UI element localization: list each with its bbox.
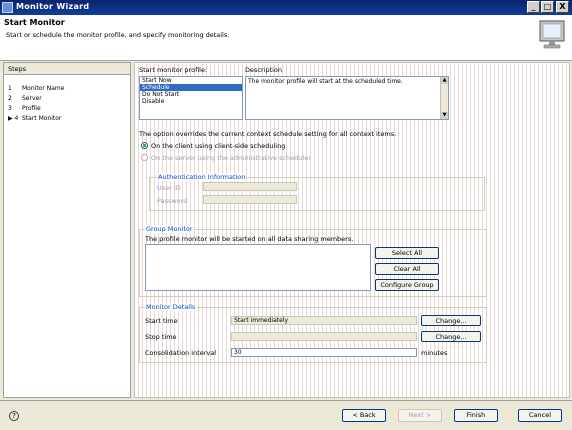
monitor-icon	[539, 20, 565, 49]
start-time-field[interactable]: Start immediately	[231, 316, 417, 325]
profile-option-selected[interactable]: Schedule	[140, 84, 242, 91]
auth-group	[149, 177, 485, 211]
steps-pane: Steps 1 Monitor Name 2 Server 3 Profile ▶ 4…	[3, 62, 131, 398]
select-all-button[interactable]: Select All	[375, 247, 439, 259]
scheduling-note: The option overrides the current context…	[139, 130, 397, 138]
user-id-field[interactable]	[203, 182, 297, 191]
step-start-monitor[interactable]: ▶ 4 Start Monitor	[8, 114, 61, 123]
help-icon[interactable]: ?	[9, 411, 19, 421]
steps-heading: Steps	[4, 63, 130, 75]
change-start-button[interactable]: Change...	[421, 315, 481, 326]
finish-button[interactable]: Finish	[454, 409, 498, 422]
server-scheduling-label: On the server using the administrative s…	[151, 154, 311, 162]
interval-field[interactable]: 30	[231, 348, 417, 357]
group-monitor-description: The profile monitor will be started on a…	[145, 235, 354, 243]
auth-group-title: Authentication Information	[157, 173, 247, 181]
start-time-label: Start time	[145, 317, 178, 325]
client-scheduling-radio[interactable]	[141, 142, 148, 149]
wizard-header: Start Monitor Start or schedule the moni…	[0, 15, 572, 61]
scroll-up-icon[interactable]: ▲	[441, 77, 448, 84]
back-button[interactable]: < Back	[342, 409, 386, 422]
server-scheduling-radio[interactable]	[141, 154, 148, 161]
monitor-wizard-window: Monitor Wizard _ □ X Start Monitor Start…	[0, 0, 572, 430]
configure-group-button[interactable]: Configure Group	[375, 279, 439, 291]
profile-label: Start monitor profile:	[139, 66, 208, 74]
window-title: Monitor Wizard	[16, 2, 90, 11]
content-pane: Start monitor profile: Start Now Schedul…	[134, 62, 570, 398]
page-title: Start Monitor	[4, 18, 65, 27]
wizard-footer: ? < Back Next > Finish Cancel	[0, 400, 572, 430]
page-description: Start or schedule the monitor profile, a…	[6, 31, 230, 39]
scroll-down-icon[interactable]: ▼	[441, 112, 448, 119]
interval-unit: minutes	[421, 349, 448, 357]
cancel-button[interactable]: Cancel	[518, 409, 562, 422]
stop-time-field[interactable]	[231, 332, 417, 341]
minimize-button[interactable]: _	[527, 1, 540, 13]
group-monitor-title: Group Monitor	[145, 225, 194, 233]
group-members-list[interactable]	[145, 244, 371, 291]
maximize-button[interactable]: □	[541, 1, 554, 13]
profile-option[interactable]: Disable	[140, 98, 242, 105]
step-server[interactable]: 2 Server	[8, 94, 42, 103]
description-label: Description	[245, 66, 283, 74]
description-text: The monitor profile will start at the sc…	[245, 76, 449, 120]
change-stop-button[interactable]: Change...	[421, 331, 481, 342]
step-monitor-name[interactable]: 1 Monitor Name	[8, 84, 64, 93]
password-label: Password	[157, 197, 188, 205]
stop-time-label: Stop time	[145, 333, 177, 341]
interval-label: Consolidation interval	[145, 349, 217, 357]
description-scrollbar[interactable]: ▲ ▼	[440, 77, 448, 119]
step-profile[interactable]: 3 Profile	[8, 104, 41, 113]
next-button[interactable]: Next >	[398, 409, 442, 422]
app-icon	[2, 2, 13, 13]
user-id-label: User ID	[157, 184, 181, 192]
monitor-details-title: Monitor Details	[145, 303, 197, 311]
clear-all-button[interactable]: Clear All	[375, 263, 439, 275]
close-button[interactable]: X	[556, 1, 569, 13]
profile-option[interactable]: Start Now	[140, 77, 242, 84]
title-bar: Monitor Wizard _ □ X	[0, 0, 572, 15]
password-field[interactable]	[203, 195, 297, 204]
client-scheduling-label: On the client using client-side scheduli…	[151, 142, 286, 150]
profile-listbox[interactable]: Start Now Schedule Do Not Start Disable	[139, 76, 243, 120]
profile-option[interactable]: Do Not Start	[140, 91, 242, 98]
